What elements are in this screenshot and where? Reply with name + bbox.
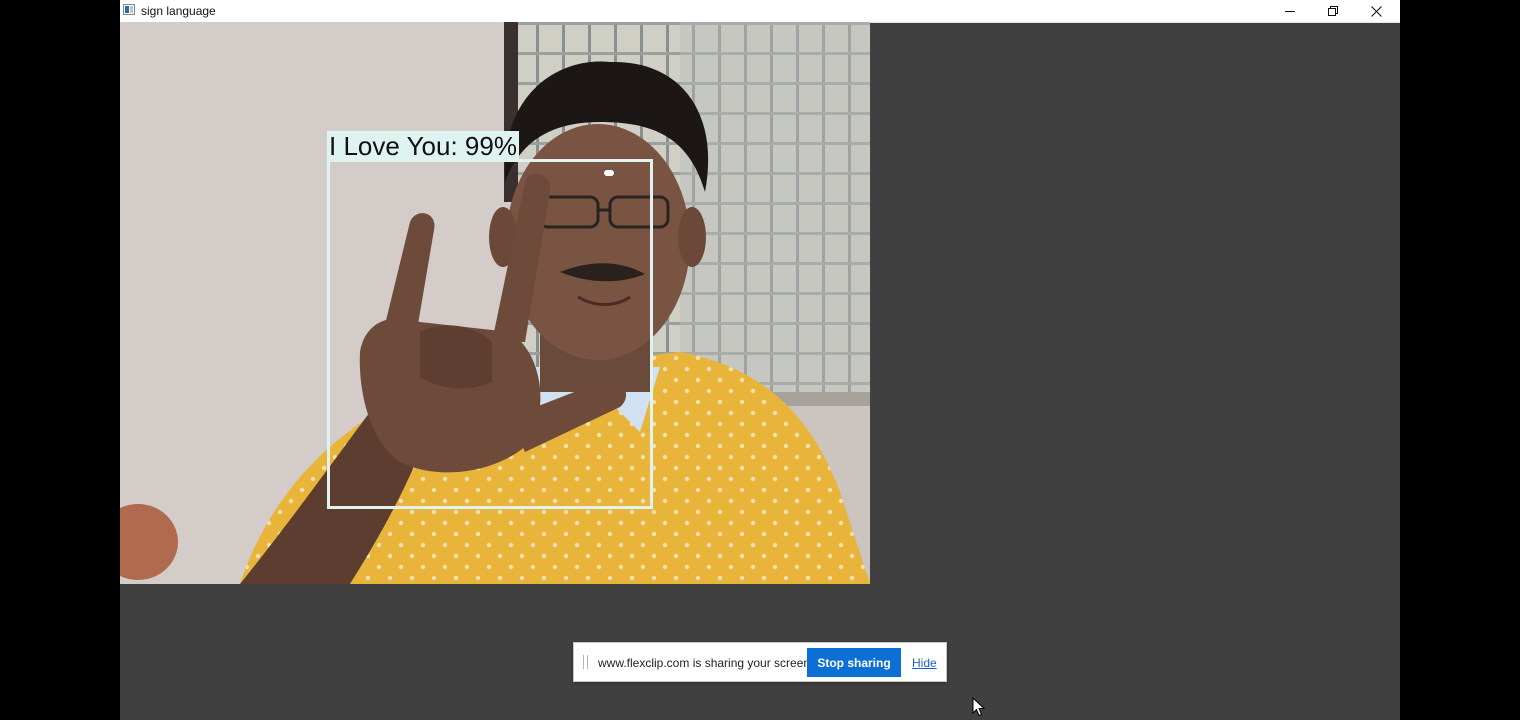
share-message: www.flexclip.com is sharing your screen.: [598, 656, 814, 670]
app-icon: [123, 4, 135, 15]
detection-box: [327, 159, 653, 509]
restore-icon: [1328, 6, 1338, 16]
close-button[interactable]: [1354, 0, 1398, 22]
drag-handle-icon[interactable]: [583, 655, 588, 669]
close-icon: [1370, 5, 1382, 17]
minimize-button[interactable]: [1268, 0, 1312, 22]
screen-share-bar: www.flexclip.com is sharing your screen.…: [573, 642, 947, 682]
restore-button[interactable]: [1311, 0, 1355, 22]
hide-link[interactable]: Hide: [912, 656, 937, 670]
app-window: sign language I Love You: 99% www.flexcl…: [120, 0, 1400, 720]
stop-sharing-button[interactable]: Stop sharing: [807, 648, 901, 677]
minimize-icon: [1285, 11, 1295, 12]
title-bar[interactable]: sign language: [120, 0, 1400, 23]
detection-label: I Love You: 99%: [327, 131, 519, 161]
camera-feed: I Love You: 99%: [120, 22, 870, 584]
window-title: sign language: [141, 4, 216, 18]
mouse-cursor-icon: [972, 697, 986, 717]
